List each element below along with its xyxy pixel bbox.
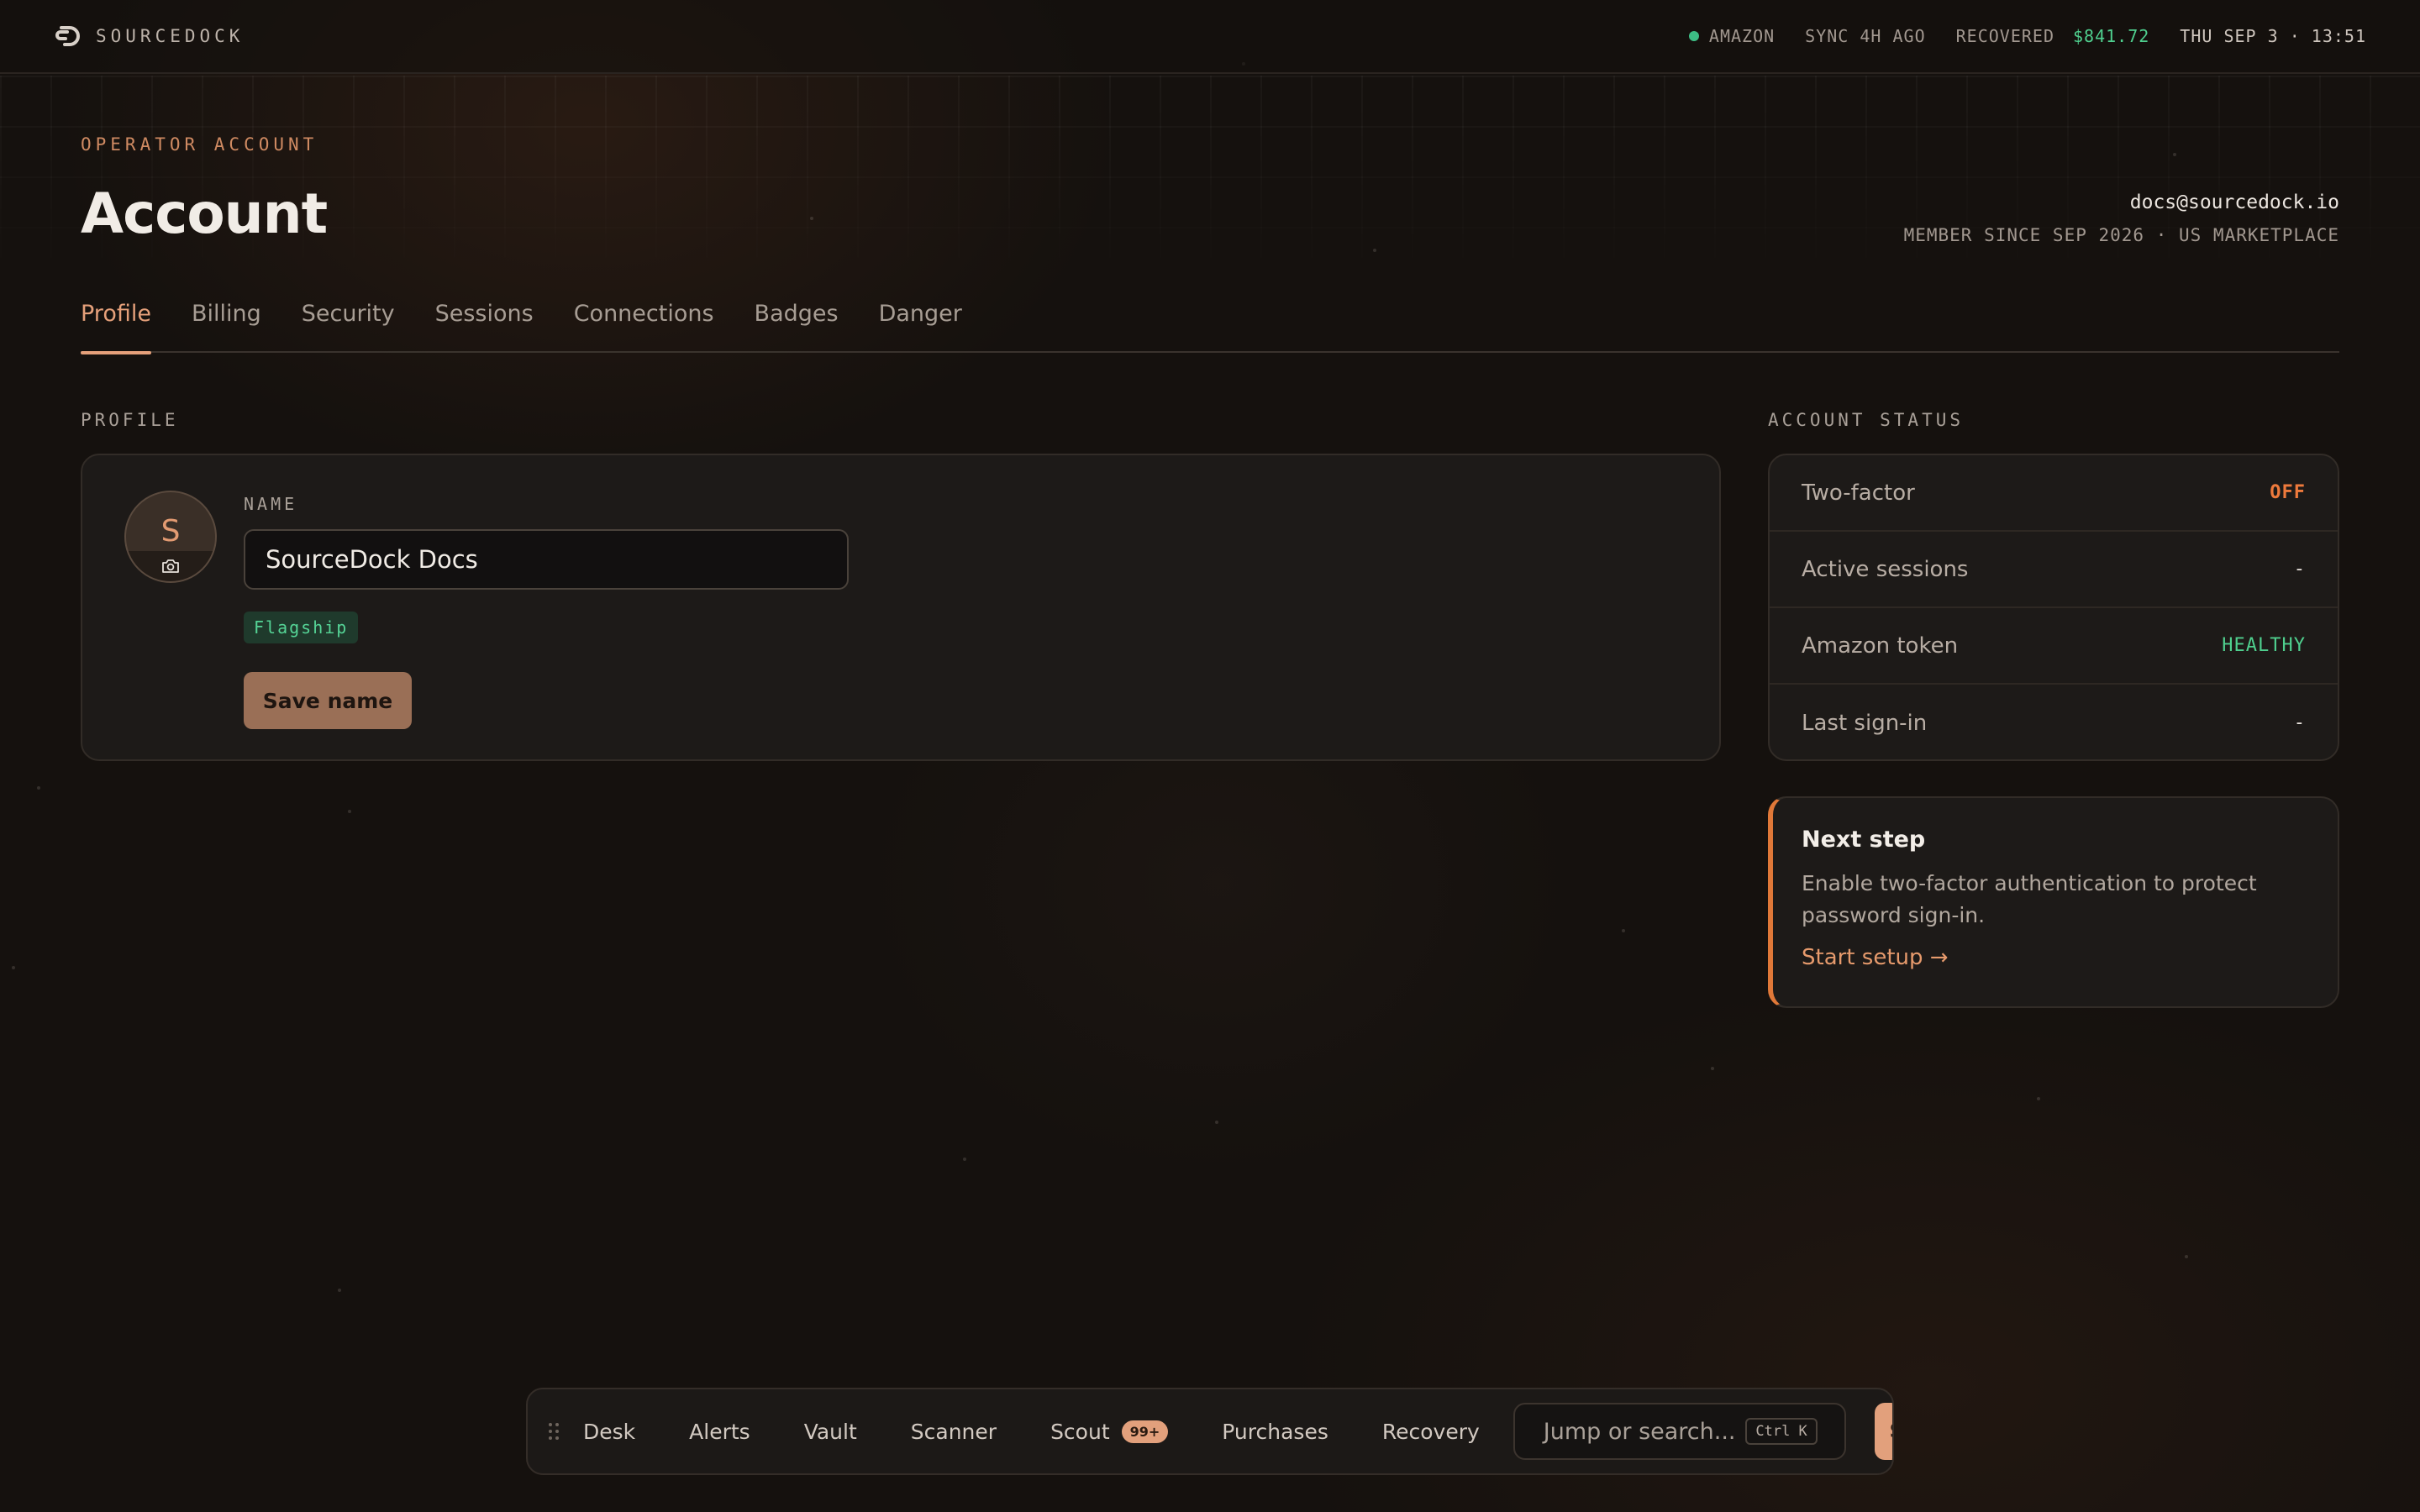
dock-item-vault[interactable]: Vault [804,1420,857,1444]
status-value: HEALTHY [2222,635,2306,656]
avatar-upload-overlay[interactable] [126,551,215,581]
search-placeholder: Jump or search... [1543,1418,1736,1445]
name-field-label: NAME [244,494,298,514]
background-speck [348,810,351,813]
background-speck [338,1289,341,1292]
tab-billing[interactable]: Billing [192,296,261,353]
dock-item-label: Desk [583,1419,636,1444]
background-speck [1215,1121,1218,1124]
bottom-dock: Desk Alerts Vault Scanner Scout 99+ Purc… [526,1388,1894,1475]
save-name-button[interactable]: Save name [244,672,412,729]
dock-item-label: Alerts [689,1419,750,1444]
clock: THU SEP 3 · 13:51 [2180,26,2366,46]
avatar[interactable]: S [124,491,217,583]
scout-count-badge: 99+ [1121,1420,1169,1443]
page-eyebrow: OPERATOR ACCOUNT [81,134,318,155]
dock-item-label: Scout [1050,1419,1110,1444]
status-key: Active sessions [1802,556,1969,582]
sync-status[interactable]: SYNC 4H AGO [1805,26,1925,46]
background-speck [12,966,15,969]
background-speck [37,786,40,790]
drag-handle-icon[interactable] [548,1421,560,1441]
marketplace-label: AMAZON [1708,26,1776,46]
dock-item-label: Vault [803,1419,857,1444]
marketplace-status[interactable]: AMAZON [1688,26,1776,46]
status-row-last-sign-in[interactable]: Last sign-in - [1770,685,2338,759]
status-key: Amazon token [1802,633,1959,659]
background-speck [2037,1097,2040,1100]
name-input[interactable] [244,529,849,590]
brand[interactable]: SOURCEDOCK [54,23,244,50]
profile-card: S NAME Flagship Save name [81,454,1721,761]
brand-name: SOURCEDOCK [96,26,245,46]
command-search[interactable]: Jump or search... Ctrl K [1512,1403,1846,1460]
header-grid-background [0,76,2420,294]
recovered-status[interactable]: RECOVERED $841.72 [1956,26,2150,46]
status-row-two-factor[interactable]: Two-factor OFF [1770,455,2338,532]
start-setup-link[interactable]: Start setup → [1802,945,1949,970]
status-value: OFF [2270,482,2306,503]
status-row-active-sessions[interactable]: Active sessions - [1770,532,2338,608]
status-key: Last sign-in [1802,710,1928,736]
tab-badges[interactable]: Badges [755,296,839,353]
tab-connections[interactable]: Connections [574,296,714,353]
flagship-badge: Flagship [244,612,359,643]
user-avatar-button[interactable]: SD [1874,1403,1892,1460]
status-value: - [2293,712,2306,733]
tab-danger[interactable]: Danger [879,296,962,353]
background-speck [963,1158,966,1161]
account-status-section-label: ACCOUNT STATUS [1768,410,1965,430]
top-bar: SOURCEDOCK AMAZON SYNC 4H AGO RECOVERED $… [0,0,2420,74]
page-title: Account [81,181,328,246]
background-speck [1711,1067,1714,1070]
status-row-amazon-token[interactable]: Amazon token HEALTHY [1770,608,2338,685]
dock-item-desk[interactable]: Desk [583,1420,635,1444]
camera-icon [162,559,179,573]
recovered-label: RECOVERED [1955,26,2054,46]
status-value: - [2293,559,2306,580]
dock-item-label: Recovery [1381,1419,1480,1444]
next-step-title: Next step [1802,827,1926,853]
account-tabs: Profile Billing Security Sessions Connec… [81,296,2339,354]
member-since: MEMBER SINCE SEP 2026 · US MARKETPLACE [1903,225,2339,245]
dock-item-label: Purchases [1222,1419,1328,1444]
connected-dot-icon [1688,31,1699,41]
background-speck [1622,929,1625,932]
tab-profile[interactable]: Profile [81,296,151,354]
sourcedock-logo-icon [54,23,81,50]
user-initials: SD [1890,1421,1892,1442]
status-key: Two-factor [1802,480,1915,506]
shortcut-hint: Ctrl K [1745,1418,1818,1445]
dock-item-label: Scanner [910,1419,997,1444]
datetime-label: THU SEP 3 · 13:51 [2180,26,2366,46]
profile-section-label: PROFILE [81,410,179,430]
account-status-card: Two-factor OFF Active sessions - Amazon … [1768,454,2339,761]
tab-sessions[interactable]: Sessions [435,296,534,353]
dock-item-alerts[interactable]: Alerts [689,1420,750,1444]
account-email: docs@sourcedock.io [2129,192,2339,213]
account-meta: docs@sourcedock.io MEMBER SINCE SEP 2026… [1904,192,2339,245]
dock-item-recovery[interactable]: Recovery [1382,1420,1480,1444]
dock-item-purchases[interactable]: Purchases [1222,1420,1328,1444]
avatar-letter: S [160,513,181,549]
status-strip: AMAZON SYNC 4H AGO RECOVERED $841.72 THU … [1688,26,2366,46]
sync-label: SYNC 4H AGO [1805,26,1926,46]
recovered-amount: $841.72 [2073,26,2150,46]
next-step-card: Next step Enable two-factor authenticati… [1768,796,2339,1008]
background-speck [2185,1255,2188,1258]
dock-item-scanner[interactable]: Scanner [911,1420,997,1444]
tab-security[interactable]: Security [302,296,395,353]
next-step-body: Enable two-factor authentication to prot… [1802,871,2257,927]
dock-item-scout[interactable]: Scout 99+ [1050,1419,1169,1444]
